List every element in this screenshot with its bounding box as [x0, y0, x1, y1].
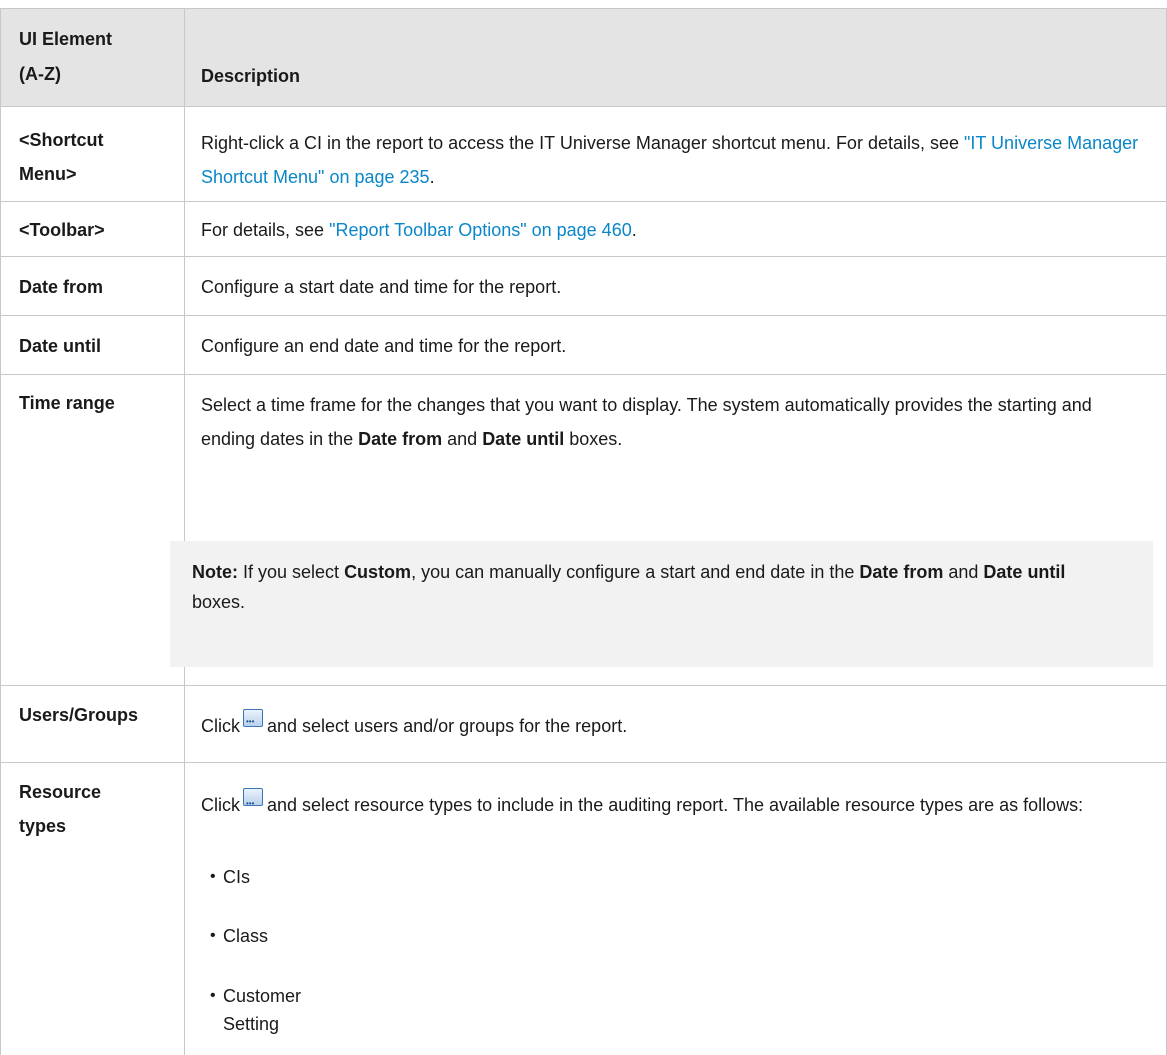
row-name: Time range [19, 393, 115, 413]
row-name: <Toolbar> [19, 220, 105, 240]
table-row-shortcut-menu: <Shortcut Menu> Right-click a CI in the … [0, 107, 1167, 202]
row-description: Configure an end date and time for the r… [201, 336, 567, 356]
row-name: Date from [19, 277, 104, 297]
table-row-date-from: Date from Configure a start date and tim… [0, 257, 1167, 316]
list-item: CIs [210, 863, 250, 891]
row-description: Right-click a CI in the report to access… [201, 133, 1139, 187]
ellipsis-button-icon[interactable] [243, 787, 263, 821]
note-text: Note: If you select Custom, you can manu… [192, 562, 1066, 612]
list-item: Class [210, 922, 268, 950]
table-row-time-range: Time range Select a time frame for the c… [0, 375, 1167, 686]
ellipsis-button-icon[interactable] [243, 708, 263, 736]
row-name: Resource types [19, 782, 102, 836]
list-item: Customer Setting [210, 982, 301, 1038]
row-description: Select a time frame for the changes that… [201, 395, 1092, 449]
note-box: Note: If you select Custom, you can manu… [170, 541, 1153, 667]
row-description: Clickand select resource types to includ… [201, 787, 1147, 822]
ui-elements-table: UI Element (A-Z) Description <Shortcut M… [0, 0, 1167, 1055]
table-row-date-until: Date until Configure an end date and tim… [0, 316, 1167, 375]
row-name: Users/Groups [19, 705, 139, 725]
header-ui-element: UI Element (A-Z) [19, 29, 113, 84]
row-name: <Shortcut Menu> [19, 130, 104, 184]
report-toolbar-options-link[interactable]: "Report Toolbar Options" on page 460 [329, 220, 632, 240]
table-row-toolbar: <Toolbar> For details, see "Report Toolb… [0, 202, 1167, 257]
table-row-users-groups: Users/Groups Clickand select users and/o… [0, 686, 1167, 763]
row-description: Clickand select users and/or groups for … [201, 708, 1147, 740]
table-header-row: UI Element (A-Z) Description [0, 8, 1167, 107]
row-description: Configure a start date and time for the … [201, 277, 562, 297]
row-name: Date until [19, 336, 102, 356]
table-row-resource-types: Resource types Clickand select resource … [0, 763, 1167, 1055]
header-description: Description [201, 66, 301, 86]
row-description: For details, see "Report Toolbar Options… [201, 220, 637, 240]
